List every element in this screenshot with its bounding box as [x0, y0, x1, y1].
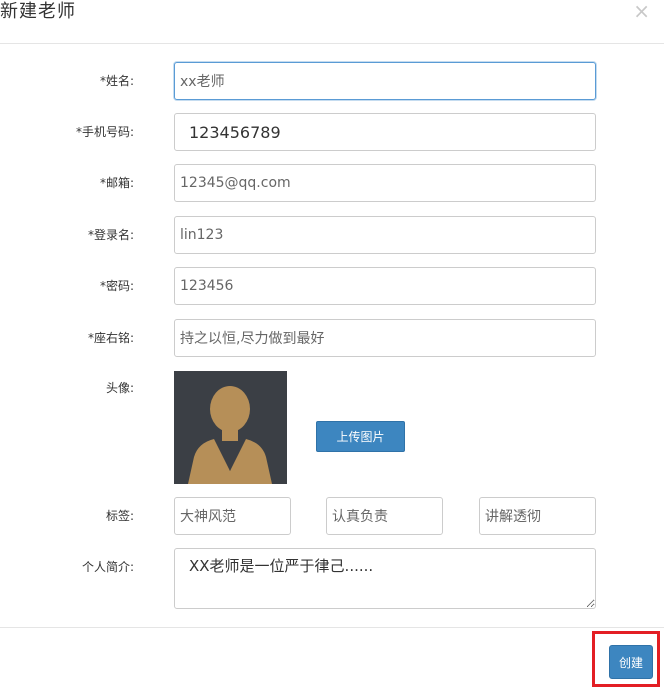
dialog-header: 新建老师 ×: [0, 0, 664, 44]
name-input[interactable]: [174, 62, 596, 100]
password-input[interactable]: [174, 267, 596, 305]
login-name-label: *登录名:: [87, 228, 134, 242]
login-name-input[interactable]: [174, 216, 596, 254]
password-label: *密码:: [99, 279, 134, 293]
email-input[interactable]: [174, 164, 596, 202]
name-label: *姓名:: [99, 74, 134, 88]
avatar-label: 头像:: [105, 381, 134, 395]
phone-label: *手机号码:: [75, 125, 134, 139]
upload-image-button[interactable]: 上传图片: [316, 421, 405, 452]
motto-input[interactable]: [174, 319, 596, 357]
bio-textarea[interactable]: XX老师是一位严于律己......: [174, 548, 596, 609]
tags-label: 标签:: [105, 509, 134, 523]
dialog-title: 新建老师: [0, 1, 76, 22]
new-teacher-dialog: 新建老师 × *姓名: *手机号码: *邮箱: *登录名: *密码: *座右铭:…: [0, 0, 664, 692]
default-person-icon: [174, 371, 287, 484]
phone-input[interactable]: [174, 113, 596, 151]
email-label: *邮箱:: [99, 176, 134, 190]
tag-input-2[interactable]: [326, 497, 443, 535]
bio-label: 个人简介:: [81, 560, 134, 574]
avatar-image: [174, 371, 287, 484]
create-button[interactable]: 创建: [609, 645, 653, 679]
dialog-footer-divider: [0, 627, 664, 628]
tag-input-1[interactable]: [174, 497, 291, 535]
close-icon[interactable]: ×: [633, 1, 650, 21]
motto-label: *座右铭:: [87, 331, 134, 345]
tag-input-3[interactable]: [479, 497, 596, 535]
